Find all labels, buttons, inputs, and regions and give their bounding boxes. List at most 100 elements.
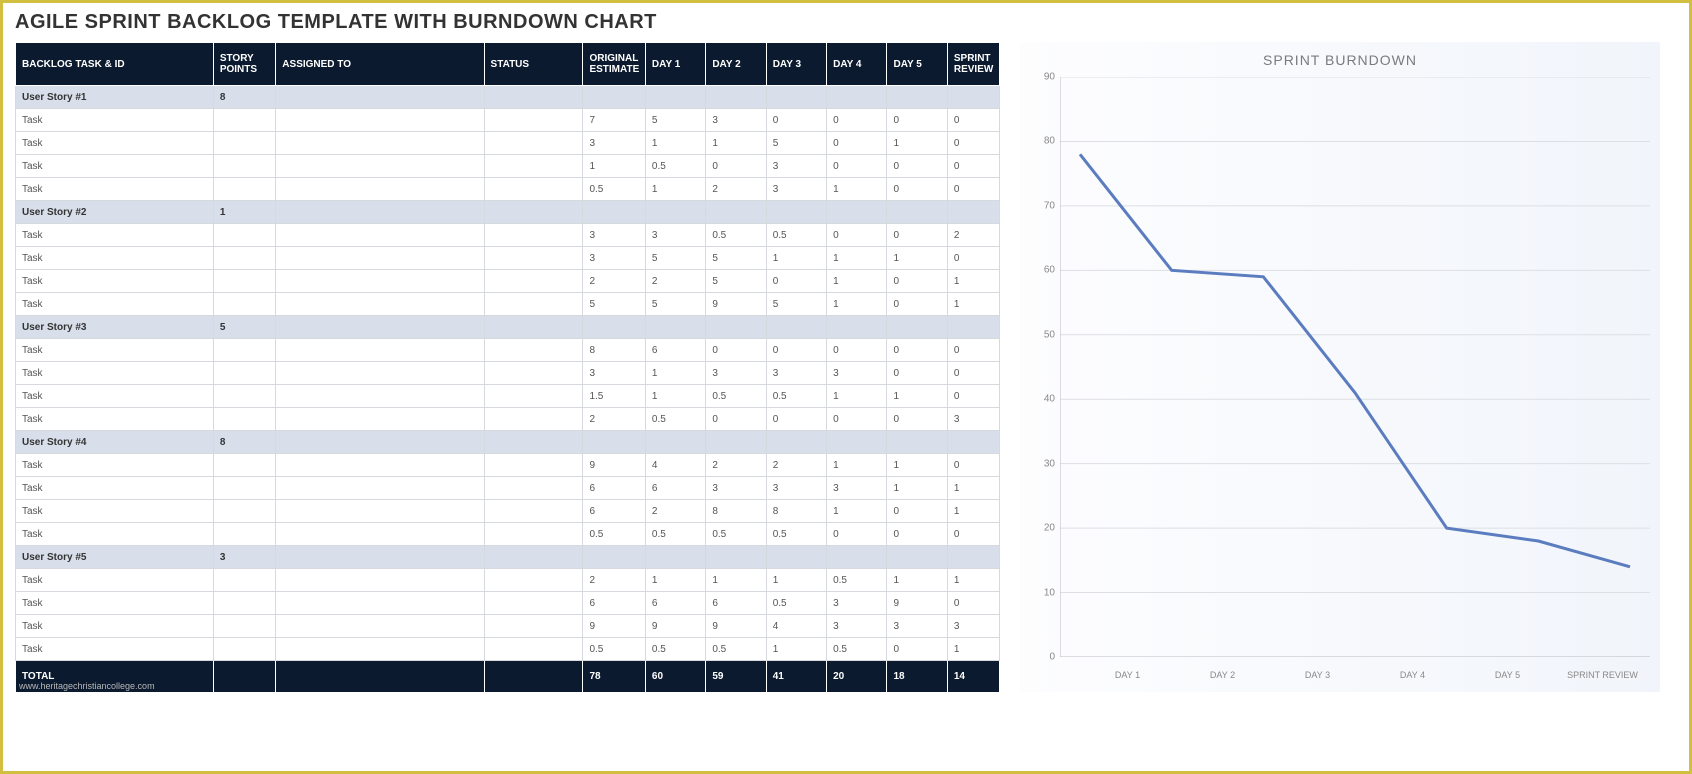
cell-assigned[interactable] — [276, 408, 484, 431]
cell-day4[interactable]: 0 — [827, 109, 887, 132]
cell-day1[interactable] — [645, 316, 705, 339]
cell-day5[interactable]: 0 — [887, 224, 947, 247]
cell-review[interactable]: 0 — [947, 362, 999, 385]
cell-day1[interactable]: 6 — [645, 592, 705, 615]
cell-points[interactable] — [213, 477, 275, 500]
cell-estimate[interactable]: 5 — [583, 293, 645, 316]
cell-task[interactable]: User Story #3 — [16, 316, 214, 339]
cell-day2[interactable]: 8 — [706, 500, 766, 523]
cell-task[interactable]: Task — [16, 592, 214, 615]
cell-day3[interactable]: 1 — [766, 247, 826, 270]
cell-day3[interactable]: 2 — [766, 454, 826, 477]
cell-day3[interactable]: 0 — [766, 270, 826, 293]
cell-points[interactable] — [213, 293, 275, 316]
cell-day5[interactable]: 0 — [887, 638, 947, 661]
cell-day2[interactable]: 5 — [706, 270, 766, 293]
cell-assigned[interactable] — [276, 247, 484, 270]
cell-day3[interactable]: 0.5 — [766, 523, 826, 546]
cell-day1[interactable]: 6 — [645, 477, 705, 500]
cell-points[interactable] — [213, 385, 275, 408]
cell-task[interactable]: Task — [16, 615, 214, 638]
cell-day4[interactable]: 0.5 — [827, 638, 887, 661]
cell-day1[interactable]: 1 — [645, 178, 705, 201]
cell-day4[interactable]: 1 — [827, 247, 887, 270]
cell-review[interactable] — [947, 431, 999, 454]
cell-review[interactable]: 0 — [947, 385, 999, 408]
cell-assigned[interactable] — [276, 178, 484, 201]
cell-review[interactable]: 0 — [947, 454, 999, 477]
cell-estimate[interactable] — [583, 546, 645, 569]
cell-day5[interactable]: 1 — [887, 385, 947, 408]
cell-estimate[interactable]: 1.5 — [583, 385, 645, 408]
cell-day4[interactable]: 0 — [827, 132, 887, 155]
cell-points[interactable] — [213, 247, 275, 270]
cell-assigned[interactable] — [276, 155, 484, 178]
cell-assigned[interactable] — [276, 523, 484, 546]
cell-day3[interactable] — [766, 546, 826, 569]
cell-assigned[interactable] — [276, 615, 484, 638]
cell-day5[interactable] — [887, 201, 947, 224]
cell-day2[interactable]: 0.5 — [706, 385, 766, 408]
cell-task[interactable]: Task — [16, 523, 214, 546]
cell-day2[interactable]: 0 — [706, 339, 766, 362]
cell-estimate[interactable]: 6 — [583, 592, 645, 615]
cell-review[interactable]: 0 — [947, 155, 999, 178]
cell-estimate[interactable]: 2 — [583, 408, 645, 431]
cell-day2[interactable]: 0 — [706, 155, 766, 178]
cell-points[interactable]: 8 — [213, 86, 275, 109]
cell-assigned[interactable] — [276, 385, 484, 408]
cell-review[interactable]: 0 — [947, 132, 999, 155]
cell-day5[interactable]: 9 — [887, 592, 947, 615]
cell-day2[interactable]: 3 — [706, 362, 766, 385]
cell-day4[interactable]: 0 — [827, 224, 887, 247]
cell-day3[interactable]: 4 — [766, 615, 826, 638]
cell-estimate[interactable]: 3 — [583, 224, 645, 247]
cell-day4[interactable]: 1 — [827, 385, 887, 408]
cell-day4[interactable]: 3 — [827, 362, 887, 385]
cell-status[interactable] — [484, 500, 583, 523]
cell-review[interactable]: 0 — [947, 178, 999, 201]
cell-status[interactable] — [484, 431, 583, 454]
cell-review[interactable] — [947, 546, 999, 569]
cell-task[interactable]: Task — [16, 224, 214, 247]
cell-points[interactable] — [213, 454, 275, 477]
cell-day4[interactable]: 1 — [827, 270, 887, 293]
cell-day3[interactable] — [766, 316, 826, 339]
cell-review[interactable]: 1 — [947, 270, 999, 293]
cell-day3[interactable]: 1 — [766, 569, 826, 592]
cell-day4[interactable]: 3 — [827, 592, 887, 615]
cell-task[interactable]: Task — [16, 155, 214, 178]
cell-day2[interactable]: 2 — [706, 454, 766, 477]
cell-day2[interactable] — [706, 86, 766, 109]
cell-day3[interactable]: 3 — [766, 362, 826, 385]
cell-day5[interactable] — [887, 86, 947, 109]
cell-estimate[interactable] — [583, 201, 645, 224]
cell-day2[interactable]: 9 — [706, 615, 766, 638]
cell-day1[interactable]: 5 — [645, 247, 705, 270]
cell-day3[interactable]: 0.5 — [766, 592, 826, 615]
cell-day5[interactable]: 0 — [887, 155, 947, 178]
cell-status[interactable] — [484, 270, 583, 293]
cell-review[interactable]: 0 — [947, 339, 999, 362]
cell-day2[interactable]: 0.5 — [706, 638, 766, 661]
cell-day2[interactable]: 1 — [706, 569, 766, 592]
cell-day5[interactable] — [887, 316, 947, 339]
cell-day1[interactable] — [645, 431, 705, 454]
cell-day2[interactable]: 3 — [706, 109, 766, 132]
cell-task[interactable]: Task — [16, 408, 214, 431]
cell-assigned[interactable] — [276, 477, 484, 500]
cell-assigned[interactable] — [276, 569, 484, 592]
cell-points[interactable]: 5 — [213, 316, 275, 339]
cell-day2[interactable] — [706, 431, 766, 454]
cell-points[interactable]: 8 — [213, 431, 275, 454]
cell-task[interactable]: Task — [16, 638, 214, 661]
cell-task[interactable]: Task — [16, 178, 214, 201]
cell-status[interactable] — [484, 155, 583, 178]
cell-status[interactable] — [484, 615, 583, 638]
cell-day1[interactable] — [645, 201, 705, 224]
cell-day3[interactable]: 0.5 — [766, 385, 826, 408]
cell-day4[interactable] — [827, 431, 887, 454]
cell-day3[interactable]: 3 — [766, 477, 826, 500]
cell-day3[interactable] — [766, 201, 826, 224]
cell-day1[interactable]: 0.5 — [645, 408, 705, 431]
